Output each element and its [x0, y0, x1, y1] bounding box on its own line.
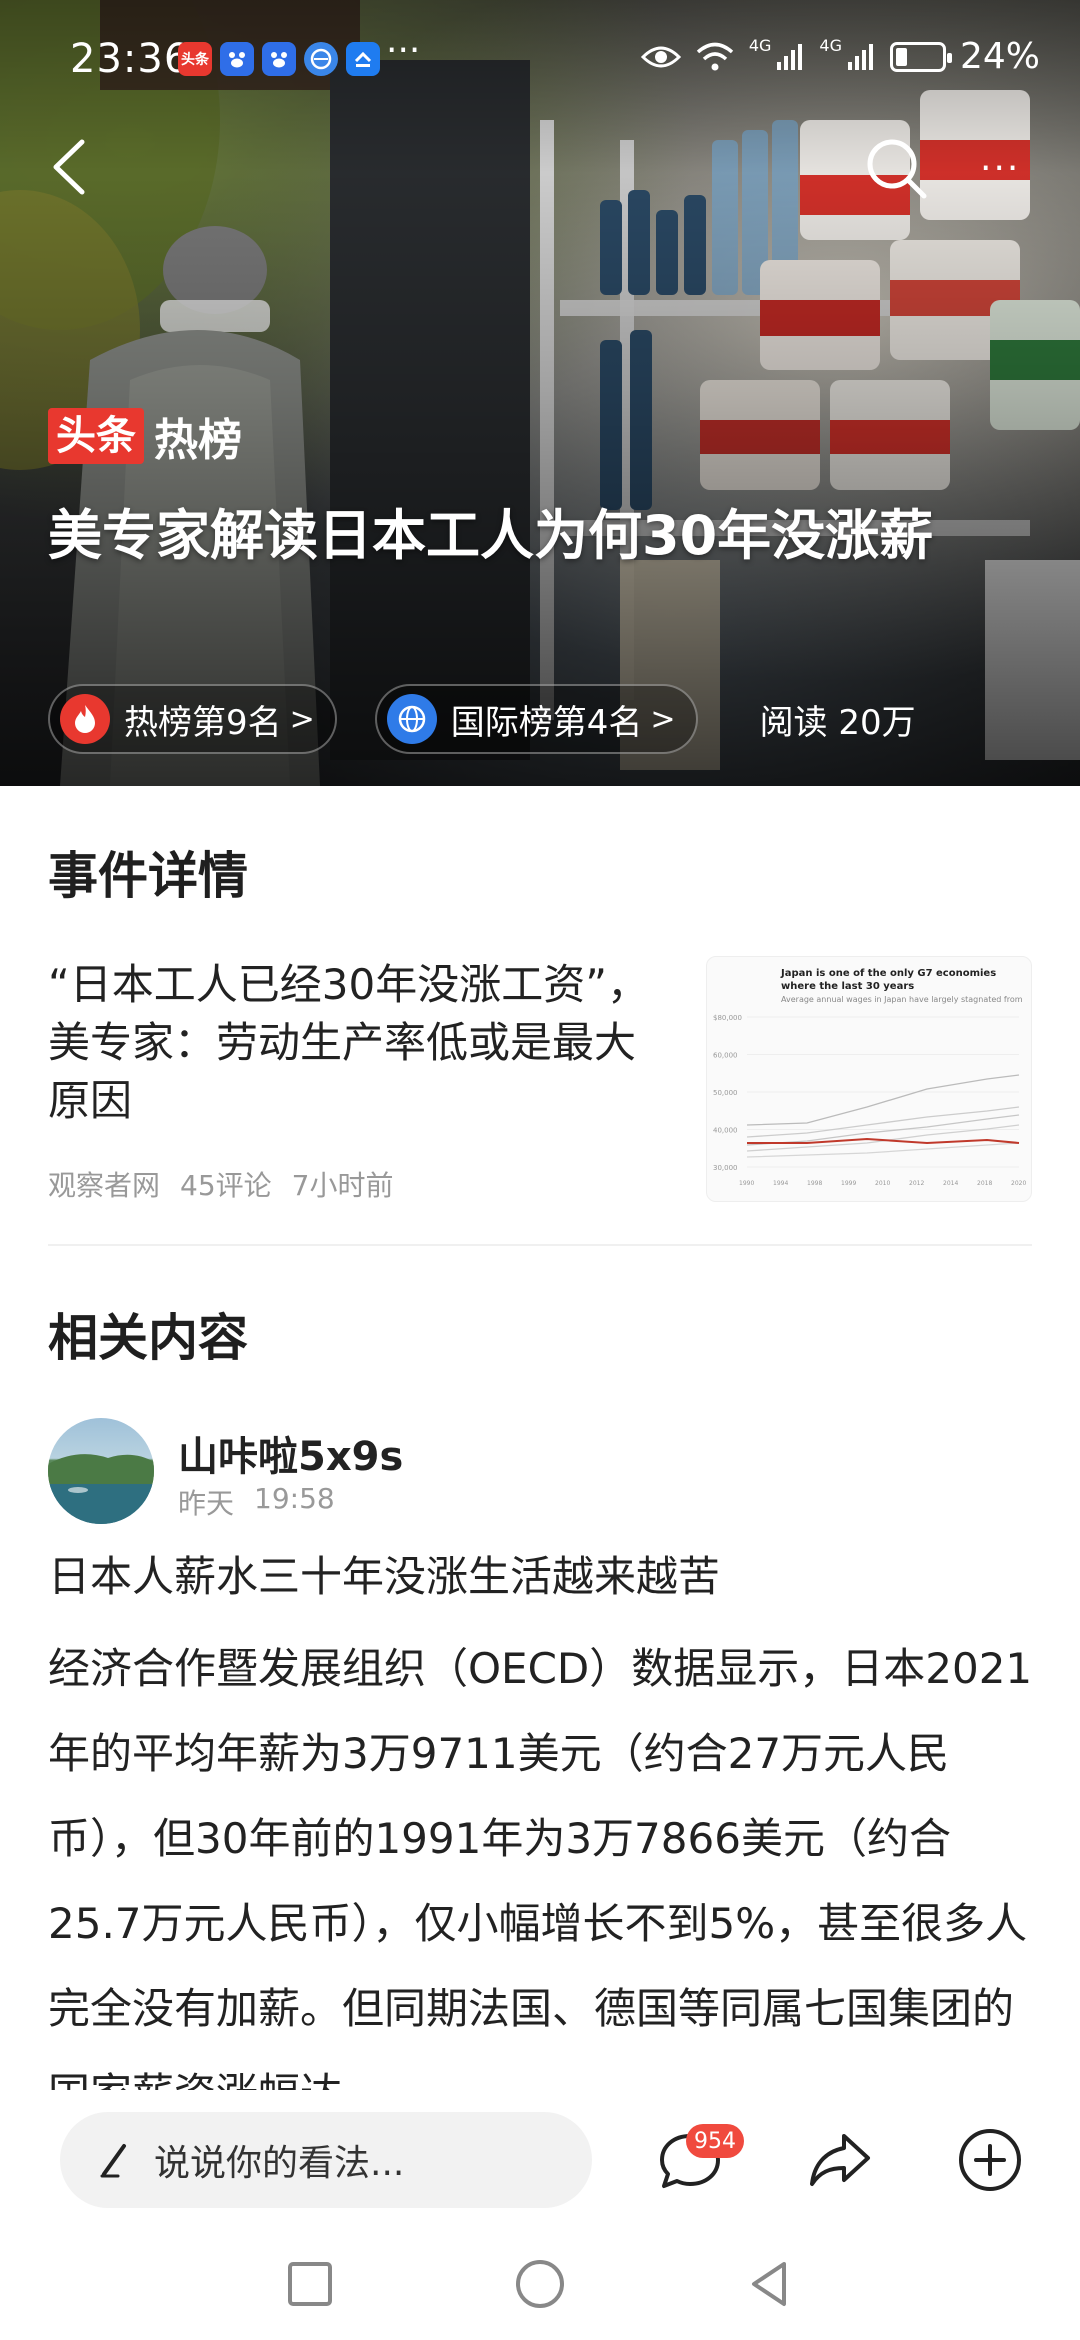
hero-title: 美专家解读日本工人为何30年没涨薪: [48, 504, 934, 567]
thumb-x-tick: 1990: [739, 1180, 754, 1187]
thumb-x-tick: 2018: [977, 1180, 992, 1187]
section-divider: [48, 1244, 1032, 1246]
post-body[interactable]: 日本人薪水三十年没涨生活越来越苦 经济合作暨发展组织（OECD）数据显示，日本2…: [48, 1542, 1038, 2090]
add-icon[interactable]: [954, 2124, 1026, 2196]
comment-input[interactable]: 说说你的看法...: [60, 2112, 592, 2208]
system-navigation-bar: [0, 2230, 1080, 2340]
thumb-x-tick: 2010: [875, 1180, 890, 1187]
post-text: 经济合作暨发展组织（OECD）数据显示，日本2021年的平均年薪为3万9711美…: [48, 1644, 1033, 2090]
recents-square-icon[interactable]: [280, 2254, 340, 2314]
share-icon[interactable]: [804, 2124, 876, 2196]
comment-placeholder: 说说你的看法...: [154, 2143, 405, 2184]
signal-icon-2: [847, 43, 873, 70]
signal-icon: [777, 43, 803, 70]
chevron-right-icon: >: [289, 701, 315, 737]
hot-list-logo: 头条 热榜: [48, 404, 242, 468]
browser-app-icon: [304, 42, 338, 76]
thumb-series-line: [746, 1106, 1020, 1138]
intl-rank-chip[interactable]: 国际榜第4名 >: [374, 684, 698, 754]
thumb-y-tick: 40,000: [713, 1127, 738, 1135]
baidu-app-icon-2: [262, 42, 296, 76]
wifi-icon: [696, 42, 733, 70]
status-app-icons: 头条: [178, 42, 380, 76]
post-clock: 19:58: [254, 1482, 335, 1515]
battery-text: 24%: [959, 36, 1040, 77]
thumb-y-tick: $80,000: [713, 1014, 742, 1022]
event-thumbnail-chart[interactable]: Japan is one of the only G7 economies wh…: [706, 956, 1032, 1202]
hot-logo-box: 头条: [48, 408, 144, 464]
hot-rank-chip[interactable]: 热榜第9名 >: [48, 684, 337, 754]
baidu-app-icon: [220, 42, 254, 76]
home-circle-icon[interactable]: [510, 2254, 570, 2314]
intl-rank-label: 国际榜第4名: [450, 702, 643, 743]
read-count: 阅读 20万: [759, 702, 916, 743]
thumb-y-tick: 60,000: [713, 1052, 738, 1060]
eye-icon: [640, 46, 681, 67]
globe-icon: [386, 694, 437, 744]
search-icon[interactable]: [858, 130, 938, 210]
author-row[interactable]: 山咔啦5x9s 昨天 19:58: [48, 1418, 948, 1528]
battery-icon: [889, 41, 952, 72]
bottom-action-bar: 说说你的看法... 954: [0, 2090, 1080, 2230]
post-date: 昨天: [178, 1487, 235, 1520]
post-time: 昨天 19:58: [178, 1482, 335, 1522]
back-arrow-icon[interactable]: [40, 132, 100, 202]
post-title: 日本人薪水三十年没涨生活越来越苦: [48, 1552, 721, 1601]
thumb-y-tick: 50,000: [713, 1089, 738, 1097]
event-meta: 观察者网 45评论 7小时前: [48, 1164, 393, 1204]
thumb-series-line: [746, 1124, 1020, 1152]
thumb-series-line: [746, 1074, 1020, 1126]
event-card[interactable]: “日本工人已经30年没涨工资”，美专家：劳动生产率低或是最大原因 观察者网 45…: [48, 956, 1048, 1206]
event-time: 7小时前: [291, 1169, 394, 1202]
pen-icon: [100, 2144, 126, 2178]
thumb-x-tick: 1999: [841, 1180, 856, 1187]
avatar[interactable]: [48, 1418, 154, 1524]
author-name[interactable]: 山咔啦5x9s: [178, 1424, 403, 1482]
status-more-icon: ···: [386, 30, 421, 71]
hot-logo-text: 热榜: [154, 415, 242, 466]
chevron-right-icon: >: [650, 701, 676, 737]
flame-icon: [60, 694, 110, 744]
toutiao-app-icon: 头条: [178, 42, 212, 76]
network-label-1: 4G: [748, 36, 772, 55]
back-triangle-icon[interactable]: [740, 2254, 800, 2314]
event-source: 观察者网: [48, 1169, 161, 1202]
battery-level: [895, 47, 907, 66]
status-time: 23:36: [70, 36, 191, 82]
status-bar: 23:36 头条 ··· 4G 4G 24%: [0, 0, 1080, 120]
thumb-chart: $80,000 60,000 50,000 40,000 30,000 1990 1994 1…: [713, 1014, 1026, 1187]
status-indicators: 4G 4G 24%: [640, 36, 1040, 77]
thumb-series-line: [746, 1142, 1020, 1158]
comment-count-badge: 954: [686, 2124, 744, 2158]
event-section-title: 事件详情: [48, 847, 248, 905]
thumb-series-line: [747, 1137, 1020, 1145]
hot-rank-label: 热榜第9名: [124, 702, 282, 743]
thumb-x-tick: 1998: [807, 1180, 822, 1187]
related-section-title: 相关内容: [48, 1309, 248, 1367]
thumb-y-tick: 30,000: [713, 1164, 738, 1172]
thumb-x-tick: 2020: [1011, 1180, 1026, 1187]
thumb-x-tick: 2014: [943, 1180, 958, 1187]
hero-chips: 热榜第9名 > 国际榜第4名 > 阅读 20万: [48, 684, 916, 754]
thumb-x-tick: 1994: [773, 1180, 788, 1187]
event-comments: 45评论: [180, 1169, 272, 1202]
event-title[interactable]: “日本工人已经30年没涨工资”，美专家：劳动生产率低或是最大原因: [48, 956, 658, 1130]
more-options-icon[interactable]: ···: [980, 148, 1020, 189]
network-label-2: 4G: [819, 36, 842, 55]
thumb-x-tick: 2012: [909, 1180, 924, 1187]
sync-app-icon: [346, 42, 380, 76]
